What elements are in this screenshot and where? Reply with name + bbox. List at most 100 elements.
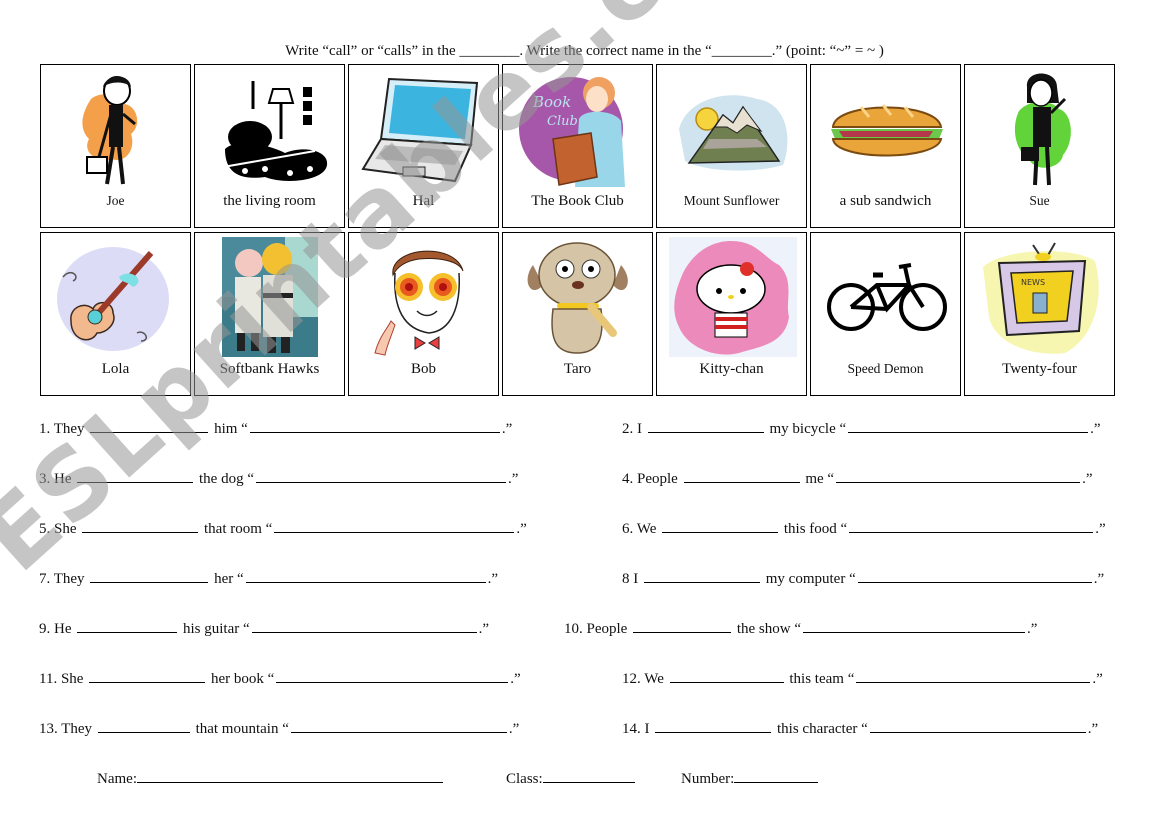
card-label: a sub sandwich	[839, 193, 932, 209]
open-quote: “	[861, 721, 868, 737]
close-quote: .”	[508, 721, 520, 737]
number-label: Number:	[681, 771, 735, 787]
question-object: his guitar	[183, 621, 240, 637]
verb-blank[interactable]	[89, 668, 206, 683]
question-12: 12. We this team “ .”	[622, 668, 1103, 688]
question-subject: She	[60, 671, 84, 687]
name-blank[interactable]	[245, 568, 486, 583]
close-quote: .”	[1087, 721, 1099, 737]
question-number: 3.	[39, 471, 51, 487]
open-quote: “	[243, 621, 250, 637]
question-number: 10.	[564, 621, 583, 637]
mountain-sun-icon	[678, 95, 787, 171]
class-input[interactable]	[542, 768, 635, 783]
open-quote: “	[827, 471, 835, 487]
verb-blank[interactable]	[82, 518, 199, 533]
card-label: Speed Demon	[847, 361, 924, 376]
name-blank[interactable]	[251, 618, 477, 633]
name-blank[interactable]	[857, 568, 1092, 583]
card-label: Joe	[106, 193, 125, 208]
verb-blank[interactable]	[90, 418, 209, 433]
verb-blank[interactable]	[655, 718, 772, 733]
question-object: my bicycle	[769, 421, 836, 437]
name-blank[interactable]	[290, 718, 507, 733]
open-quote: “	[282, 721, 289, 737]
verb-blank[interactable]	[644, 568, 760, 583]
verb-blank[interactable]	[77, 618, 178, 633]
close-quote: .”	[501, 421, 513, 437]
question-subject: I	[633, 571, 639, 587]
close-quote: .”	[1027, 621, 1038, 637]
name-input[interactable]	[136, 768, 443, 783]
name-blank[interactable]	[256, 468, 506, 483]
name-blank[interactable]	[276, 668, 509, 683]
question-subject: I	[644, 721, 650, 737]
question-object: that room	[204, 521, 262, 537]
question-subject: We	[636, 521, 657, 537]
question-number: 1.	[39, 421, 51, 437]
card-book-club: Book Club The Book Club	[502, 64, 653, 228]
card-label: Kitty-chan	[699, 361, 764, 377]
verb-blank[interactable]	[669, 668, 784, 683]
verb-blank[interactable]	[647, 418, 764, 433]
name-blank[interactable]	[849, 518, 1094, 533]
card-label: Mount Sunflower	[683, 193, 780, 208]
card-label: Softbank Hawks	[219, 361, 320, 377]
name-blank[interactable]	[856, 668, 1091, 683]
card-taro: Taro	[502, 232, 653, 396]
name-blank[interactable]	[803, 618, 1025, 633]
name-blank[interactable]	[836, 468, 1081, 483]
question-5: 5. She that room “ .”	[39, 518, 527, 538]
name-blank[interactable]	[848, 418, 1089, 433]
name-blank[interactable]	[869, 718, 1086, 733]
verb-blank[interactable]	[633, 618, 732, 633]
name-blank[interactable]	[274, 518, 515, 533]
question-subject: He	[54, 471, 72, 487]
class-field: Class:	[506, 768, 635, 788]
question-7: 7. They her “ .”	[39, 568, 498, 588]
laptop-icon	[360, 77, 478, 183]
question-1: 1. They him “ .”	[39, 418, 512, 438]
verb-blank[interactable]	[97, 718, 190, 733]
card-sue: Sue	[964, 64, 1115, 228]
question-object: this food	[783, 521, 837, 537]
hello-kitty-icon	[668, 237, 797, 357]
close-quote: .”	[1093, 571, 1105, 587]
question-number: 11.	[39, 671, 58, 687]
close-quote: .”	[1082, 471, 1093, 487]
svg-text:Club: Club	[547, 114, 578, 129]
question-number: 6.	[622, 521, 634, 537]
number-field: Number:	[681, 768, 819, 788]
question-number: 7.	[39, 571, 51, 587]
question-subject: They	[61, 721, 93, 737]
verb-blank[interactable]	[90, 568, 209, 583]
card-label: Bob	[410, 361, 436, 377]
class-label: Class:	[506, 771, 543, 787]
question-subject: We	[644, 671, 664, 687]
name-field: Name:	[97, 768, 443, 788]
question-object: her book	[210, 671, 264, 687]
number-input[interactable]	[734, 768, 819, 783]
question-2: 2. I my bicycle “ .”	[622, 418, 1101, 438]
close-quote: .”	[1090, 421, 1101, 437]
close-quote: .”	[1092, 671, 1103, 687]
open-quote: “	[247, 471, 254, 487]
picture-row-2: Lola Softbank Hawks Bob Taro Kitty-chan …	[40, 232, 1128, 396]
verb-blank[interactable]	[662, 518, 779, 533]
boy-with-glasses-icon	[373, 250, 463, 356]
question-number: 5.	[39, 521, 51, 537]
question-number: 14.	[622, 721, 641, 737]
question-subject: She	[54, 521, 77, 537]
woman-reading-book-icon: Book Club	[518, 77, 625, 187]
question-number: 9.	[39, 621, 51, 637]
question-subject: I	[637, 421, 642, 437]
question-number: 2.	[622, 421, 634, 437]
card-label: The Book Club	[531, 193, 624, 209]
verb-blank[interactable]	[77, 468, 194, 483]
card-lola: Lola	[40, 232, 191, 396]
question-object: this character	[777, 721, 858, 737]
verb-blank[interactable]	[683, 468, 800, 483]
name-blank[interactable]	[249, 418, 500, 433]
card-bob: Bob	[348, 232, 499, 396]
question-4: 4. People me “ .”	[622, 468, 1093, 488]
